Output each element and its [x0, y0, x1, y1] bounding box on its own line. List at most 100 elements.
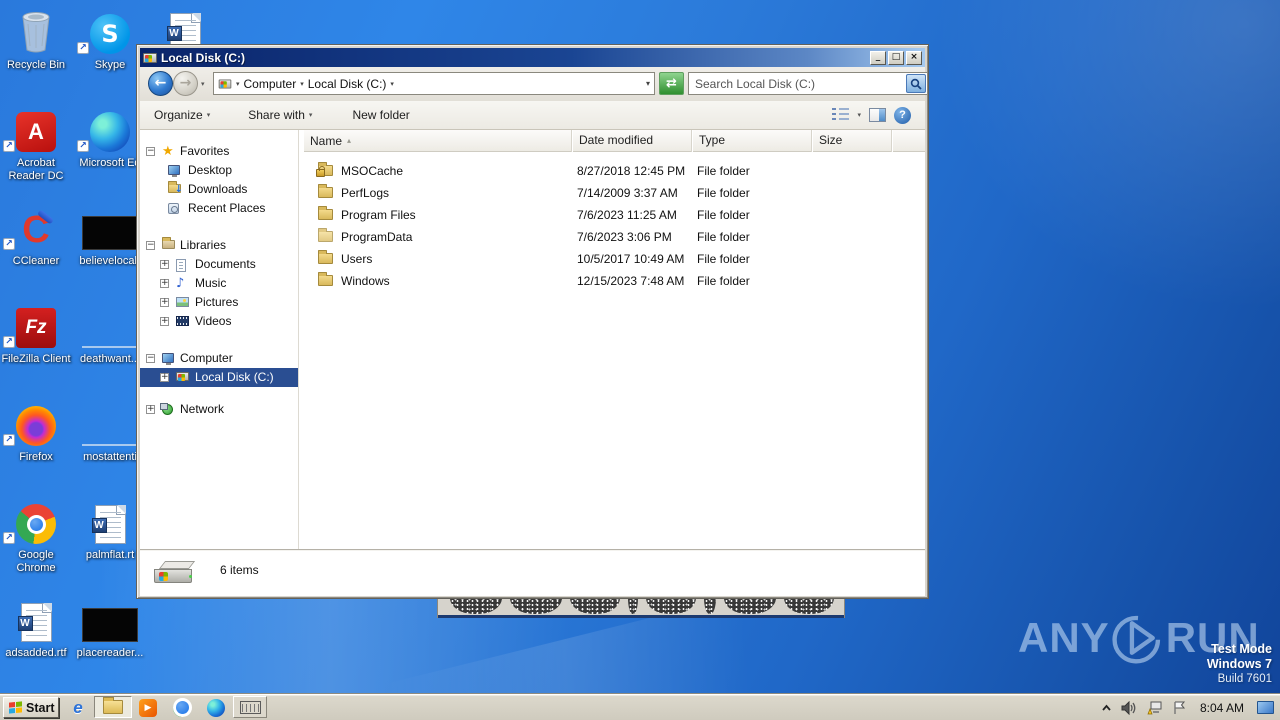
address-bar[interactable]: ▾ Computer ▾ Local Disk (C:) ▾ ▾ [213, 72, 655, 95]
desktop-icon-deathwant[interactable]: deathwant... [75, 300, 145, 395]
desktop-icon-firefox[interactable]: ↗ Firefox [1, 398, 71, 493]
documents-icon [176, 259, 186, 272]
expand-icon[interactable]: + [160, 373, 169, 382]
file-rows: MSOCache 8/27/2018 12:45 PM File folder … [303, 160, 925, 292]
sidebar-item-documents[interactable]: + Documents [140, 255, 298, 274]
sidebar-item-computer[interactable]: − Computer [140, 349, 298, 368]
chevron-down-icon: ▾ [206, 111, 211, 119]
app-taskbar-button[interactable] [233, 696, 267, 718]
desktop-icon-acrobat[interactable]: A ↗ Acrobat Reader DC [1, 104, 71, 199]
sidebar-item-music[interactable]: + ♪ Music [140, 274, 298, 293]
title-bar[interactable]: Local Disk (C:) _ □ × [140, 48, 925, 67]
sidebar-item-network[interactable]: + Network [140, 400, 298, 419]
firefox-icon [16, 406, 56, 446]
column-header-name[interactable]: Name ▴ [303, 130, 572, 152]
column-header-type[interactable]: Type [692, 130, 812, 152]
anyrun-any-text: ANY [1018, 614, 1110, 661]
desktop-icon-label: deathwant... [80, 353, 140, 365]
desktop-icon-skype[interactable]: S ↗ Skype [75, 6, 145, 101]
column-header-size[interactable]: Size [812, 130, 892, 152]
command-bar: Organize ▾ Share with ▾ New folder ▾ ? [140, 101, 925, 130]
sidebar-item-favorites[interactable]: − ★ Favorites [140, 142, 298, 161]
sidebar-item-downloads[interactable]: ↓ Downloads [140, 180, 298, 199]
show-desktop-button[interactable] [1257, 701, 1274, 714]
sidebar-item-local-disk-c[interactable]: + Local Disk (C:) [140, 368, 298, 387]
expand-icon[interactable]: + [146, 405, 155, 414]
anyrun-play-icon [1112, 615, 1160, 664]
column-header-date[interactable]: Date modified [572, 130, 692, 152]
maximize-button[interactable]: □ [888, 50, 904, 65]
desktop-icon-believelocab[interactable]: believelocab [75, 202, 145, 297]
desktop-icon-adsadded[interactable]: W adsadded.rtf [1, 594, 71, 689]
search-icon[interactable] [906, 74, 926, 93]
back-button[interactable]: ← [148, 71, 173, 96]
new-folder-button[interactable]: New folder [346, 108, 415, 122]
expand-icon[interactable]: + [160, 298, 169, 307]
ie-taskbar-icon[interactable]: e [68, 698, 88, 717]
navigation-pane: − ★ Favorites Desktop ↓ Downloads Recent… [140, 130, 298, 549]
minimize-button[interactable]: _ [870, 50, 886, 65]
expand-icon[interactable]: + [160, 260, 169, 269]
table-row[interactable]: PerfLogs 7/14/2009 3:37 AM File folder [303, 182, 925, 204]
start-button[interactable]: Start [3, 697, 59, 718]
views-dropdown-icon[interactable]: ▾ [857, 111, 861, 119]
navigation-bar: ← → ▾ ▾ Computer ▾ Local Disk (C:) ▾ ▾ ⇄… [140, 67, 928, 101]
desktop-icon-palmflat[interactable]: W palmflat.rt [75, 496, 145, 591]
address-dropdown-icon[interactable]: ▾ [646, 79, 650, 88]
organize-button[interactable]: Organize ▾ [148, 108, 216, 122]
edge-icon [90, 112, 130, 152]
media-player-taskbar-icon[interactable]: ▶ [138, 698, 158, 717]
desktop-icon-ccleaner[interactable]: C ↗ CCleaner [1, 202, 71, 297]
explorer-content: − ★ Favorites Desktop ↓ Downloads Recent… [140, 130, 925, 549]
table-row[interactable]: ProgramData 7/6/2023 3:06 PM File folder [303, 226, 925, 248]
volume-icon[interactable] [1121, 700, 1137, 715]
sidebar-item-libraries[interactable]: − Libraries [140, 236, 298, 255]
breadcrumb-separator-icon[interactable]: ▾ [390, 80, 394, 88]
breadcrumb-separator-icon[interactable]: ▾ [300, 80, 304, 88]
desktop-icon-label: FileZilla Client [1, 353, 71, 365]
show-hidden-icons-chevron[interactable] [1101, 703, 1112, 713]
search-input[interactable]: Search Local Disk (C:) [688, 72, 928, 95]
close-button[interactable]: × [906, 50, 922, 65]
table-row[interactable]: Users 10/5/2017 10:49 AM File folder [303, 248, 925, 270]
desktop-icon-chrome[interactable]: ↗ Google Chrome [1, 496, 71, 591]
views-icon[interactable] [832, 108, 850, 122]
network-icon[interactable] [1146, 701, 1163, 715]
history-dropdown-icon[interactable]: ▾ [201, 80, 205, 88]
table-row[interactable]: Program Files 7/6/2023 11:25 AM File fol… [303, 204, 925, 226]
clock[interactable]: 8:04 AM [1196, 701, 1248, 715]
table-row[interactable]: Windows 12/15/2023 7:48 AM File folder [303, 270, 925, 292]
breadcrumb-current[interactable]: Local Disk (C:) [308, 77, 387, 91]
preview-pane-icon[interactable] [869, 108, 886, 122]
sidebar-item-pictures[interactable]: + Pictures [140, 293, 298, 312]
sidebar-item-videos[interactable]: + Videos [140, 312, 298, 331]
desktop-icon-edge[interactable]: ↗ Microsoft Ed [75, 104, 145, 199]
desktop-icon-filezilla[interactable]: Fz ↗ FileZilla Client [1, 300, 71, 395]
breadcrumb-computer[interactable]: Computer [244, 77, 297, 91]
collapse-icon[interactable]: − [146, 354, 155, 363]
share-with-button[interactable]: Share with ▾ [242, 108, 318, 122]
expand-icon[interactable]: + [160, 279, 169, 288]
collapse-icon[interactable]: − [146, 147, 155, 156]
desktop-icon-recycle-bin[interactable]: Recycle Bin [1, 6, 71, 101]
table-row[interactable]: MSOCache 8/27/2018 12:45 PM File folder [303, 160, 925, 182]
edge-taskbar-icon[interactable] [206, 698, 226, 717]
desktop-icon-label: Firefox [19, 451, 53, 463]
expand-icon[interactable]: + [160, 317, 169, 326]
pictures-icon [176, 297, 189, 307]
column-header-blank[interactable] [892, 130, 925, 152]
desktop-icon-label: Recycle Bin [6, 59, 66, 71]
sidebar-item-recent-places[interactable]: Recent Places [140, 199, 298, 218]
refresh-button[interactable]: ⇄ [659, 72, 684, 95]
forward-button[interactable]: → [173, 71, 198, 96]
sidebar-item-desktop[interactable]: Desktop [140, 161, 298, 180]
action-center-flag-icon[interactable] [1172, 701, 1187, 715]
desktop-icon-mostattenti[interactable]: mostattenti [75, 398, 145, 493]
explorer-taskbar-button[interactable] [94, 696, 132, 718]
favorites-star-icon: ★ [162, 144, 174, 159]
collapse-icon[interactable]: − [146, 241, 155, 250]
help-icon[interactable]: ? [894, 106, 911, 124]
chrome-taskbar-icon[interactable] [172, 698, 192, 717]
breadcrumb-separator-icon[interactable]: ▾ [236, 80, 240, 88]
desktop-icon-placereader[interactable]: placereader... [75, 594, 145, 689]
